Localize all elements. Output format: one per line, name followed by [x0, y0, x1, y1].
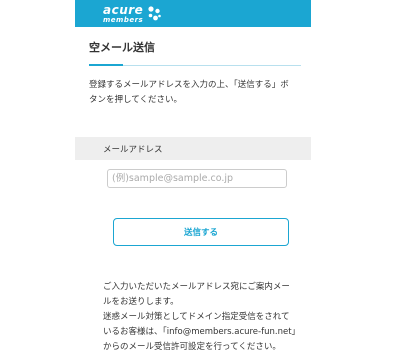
email-input[interactable]: [107, 169, 287, 188]
title-underline-rest: [123, 65, 301, 66]
logo-main-text: acure: [103, 2, 144, 17]
email-label-bar: メールアドレス: [75, 137, 311, 160]
notice-line-1: ご入力いただいたメールアドレス宛にご案内メールをお送りします。: [103, 282, 290, 307]
email-label: メールアドレス: [103, 144, 163, 155]
title-underline-accent: [89, 64, 123, 66]
mobile-page: acure members 空メール送信 登録するメールアドレスを入力の上、「送…: [75, 0, 311, 350]
logo-sub-text: members: [103, 15, 144, 24]
logo-mark-icon: [148, 5, 162, 20]
intro-text: 登録するメールアドレスを入力の上、「送信する」ボタンを押してください。: [89, 80, 289, 105]
page-title: 空メール送信: [89, 41, 155, 54]
acure-members-logo[interactable]: acure members: [103, 4, 162, 24]
notice-text: ご入力いただいたメールアドレス宛にご案内メールをお送りします。 迷惑メール対策と…: [75, 246, 311, 350]
submit-button-wrap: 送信する: [75, 188, 311, 246]
logo-text: acure members: [103, 4, 143, 24]
title-underline: [89, 64, 301, 66]
email-input-wrap: [75, 160, 311, 188]
title-section: 空メール送信: [75, 27, 311, 66]
app-header: acure members: [75, 0, 311, 27]
send-button[interactable]: 送信する: [113, 218, 289, 246]
notice-line-2: 迷惑メール対策としてドメイン指定受信をされているお客様は、「info@membe…: [103, 312, 296, 350]
